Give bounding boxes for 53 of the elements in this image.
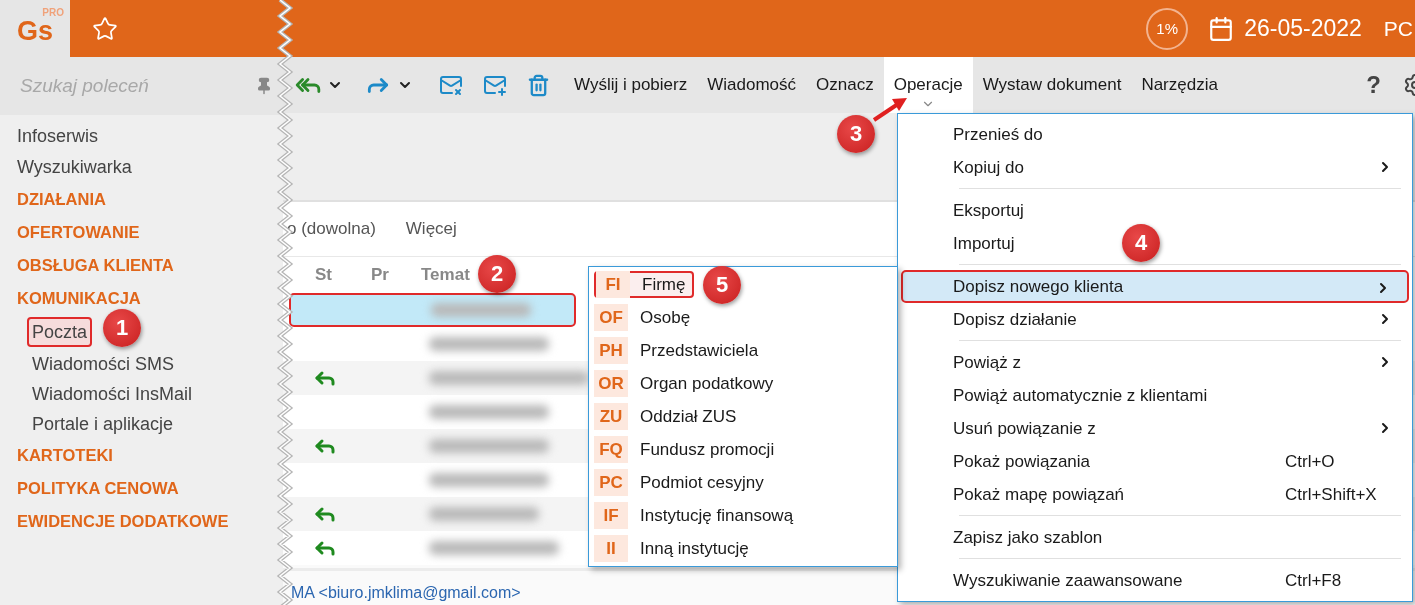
menu-item[interactable]: Pokaż powiązania Ctrl+O	[901, 445, 1409, 478]
menu-item[interactable]: ZU Oddział ZUS	[594, 403, 892, 430]
menu-tab[interactable]: Wyślij i pobierz	[564, 57, 698, 113]
menu-tab[interactable]: Oznacz	[806, 57, 884, 113]
date-text: 26-05-2022	[1244, 15, 1362, 42]
menu-item[interactable]: Kopiuj do	[901, 151, 1409, 184]
column-header[interactable]: Pr	[349, 265, 399, 286]
sidebar-item[interactable]: Poczta	[27, 317, 93, 347]
menu-item[interactable]: FI Firmę	[594, 271, 694, 298]
menu-item[interactable]: Pokaż mapę powiązań Ctrl+Shift+X	[901, 478, 1409, 511]
sidebar-item[interactable]: Wiadomości InsMail	[29, 381, 196, 407]
star-icon[interactable]	[92, 15, 118, 42]
menu-tab[interactable]: Narzędzia	[1131, 57, 1228, 113]
menu-item[interactable]: Zapisz jako szablon	[901, 521, 1109, 554]
menu-item[interactable]: FQ Fundusz promocji	[594, 436, 892, 463]
menu-item[interactable]: Przenieś do	[901, 118, 1049, 151]
mail-plus-icon[interactable]	[483, 73, 507, 97]
menu-item[interactable]: Usuń powiązanie z	[901, 412, 1409, 445]
menu-item[interactable]: Wyszukiwanie zaawansowane Ctrl+F8	[901, 564, 1409, 597]
menu-tab[interactable]: Wiadomość	[697, 57, 807, 113]
search-input[interactable]: Szukaj poleceń	[18, 74, 242, 98]
menu-item[interactable]: PC Podmiot cesyjny	[594, 469, 892, 496]
progress-indicator: 1%	[1146, 7, 1189, 50]
user-text: PC	[1383, 16, 1413, 41]
menu-item[interactable]: OR Organ podatkowy	[594, 370, 892, 397]
message-row[interactable]	[289, 293, 576, 328]
trash-icon[interactable]	[527, 73, 550, 97]
menu-item[interactable]: II Inną instytucję	[594, 535, 892, 562]
sidebar-item[interactable]: Infoserwis	[17, 121, 99, 152]
menu-item[interactable]: Dopisz działanie	[901, 303, 1409, 336]
app-logo: Gs PRO	[0, 0, 70, 57]
menu-item[interactable]: IF Instytucję finansową	[594, 502, 892, 529]
sidebar-item[interactable]: Wiadomości SMS	[29, 351, 178, 377]
menu-item[interactable]: Powiąż z	[901, 346, 1409, 379]
column-header[interactable]: St	[293, 265, 349, 286]
sidebar-item[interactable]: Wyszukiwarka	[17, 152, 132, 183]
filter-link[interactable]: Więcej	[405, 219, 457, 240]
menu-tab[interactable]: Wystaw dokument	[972, 57, 1132, 113]
menu-tab[interactable]: Operacje	[883, 57, 973, 113]
menu-item[interactable]: OF Osobę	[594, 304, 892, 331]
calendar-icon[interactable]	[1208, 15, 1235, 42]
command-search-field[interactable]: Szukaj poleceń	[0, 57, 283, 115]
sidebar-item[interactable]: Portale i aplikacje	[29, 411, 177, 437]
help-button[interactable]: ?	[1366, 71, 1381, 99]
menu-item[interactable]: Importuj	[901, 227, 1021, 260]
pin-icon[interactable]	[255, 77, 273, 95]
menu-item[interactable]: Powiąż automatycznie z klientami	[901, 379, 1214, 412]
sender-text: MA <biuro.jmklima@gmail.com>	[291, 584, 521, 602]
pointer-arrow	[872, 96, 908, 122]
menu-item[interactable]: PH Przedstawiciela	[594, 337, 892, 364]
menu-item[interactable]: Eksportuj	[901, 194, 1030, 227]
menu-item[interactable]: Dopisz nowego klienta	[901, 270, 1409, 303]
mail-blocked-icon[interactable]	[439, 73, 463, 97]
